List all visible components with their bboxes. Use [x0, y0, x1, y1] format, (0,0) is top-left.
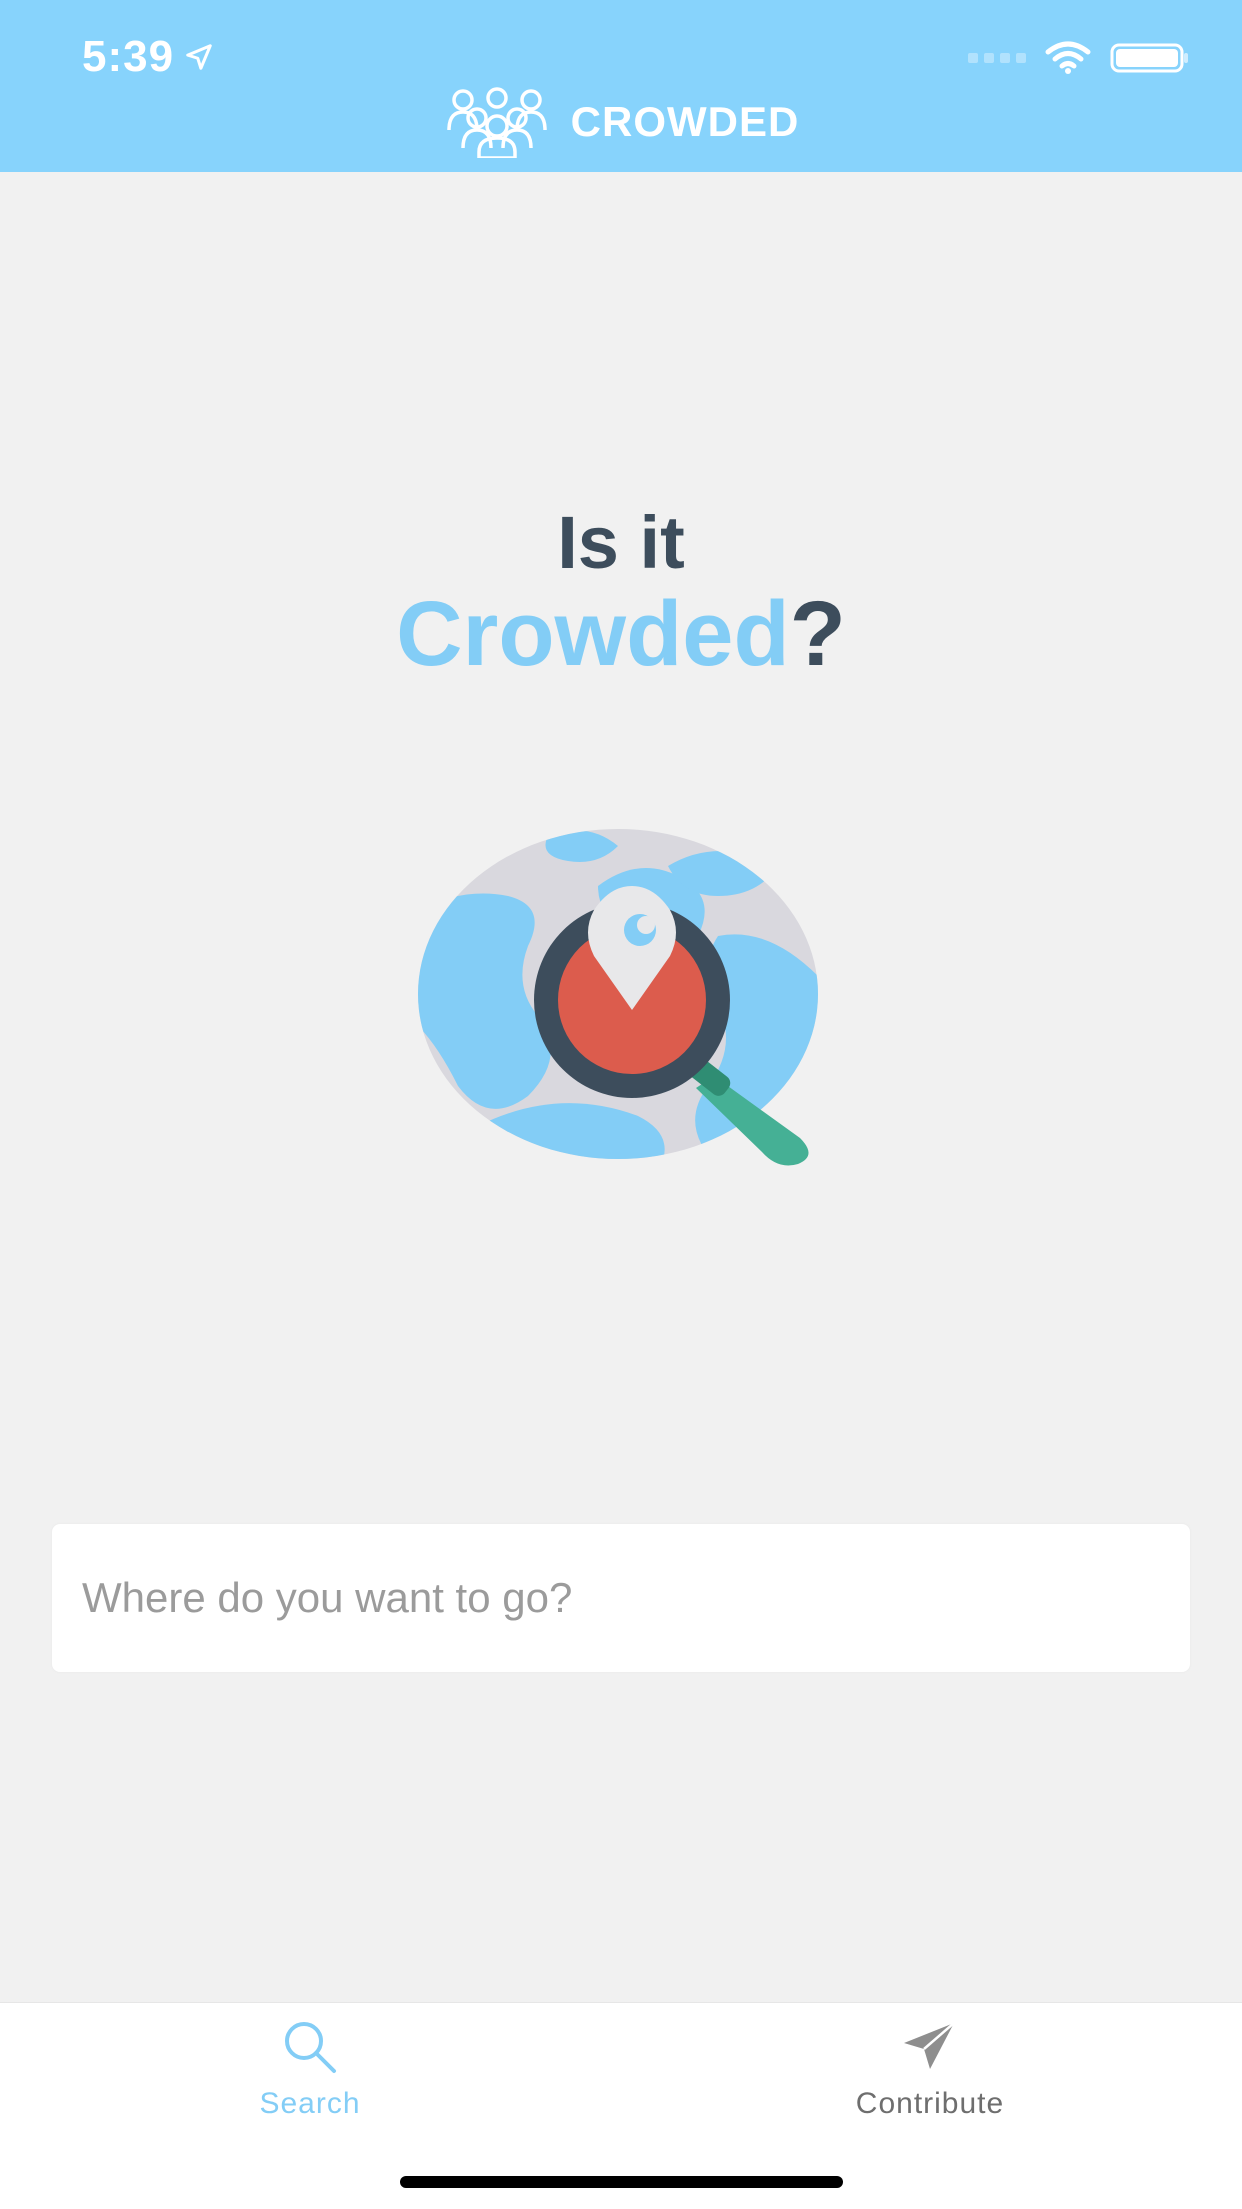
- globe-search-illustration: [418, 829, 818, 1166]
- headline-line-2: Crowded?: [0, 582, 1242, 687]
- status-time: 5:39: [82, 32, 214, 82]
- tab-search[interactable]: Search: [160, 2017, 460, 2121]
- status-indicators: [968, 40, 1190, 76]
- battery-icon: [1110, 43, 1188, 73]
- destination-search-input[interactable]: [52, 1524, 1190, 1672]
- status-time-text: 5:39: [82, 32, 175, 81]
- headline-line-1: Is it: [557, 501, 685, 584]
- tab-contribute[interactable]: Contribute: [780, 2017, 1080, 2121]
- app-header: 5:39 CROWDED: [0, 0, 1242, 172]
- headline-accent: Crowded: [396, 583, 790, 685]
- tab-search-label: Search: [259, 2087, 361, 2120]
- brand: CROWDED: [0, 86, 1242, 158]
- headline-question-mark: ?: [789, 583, 846, 685]
- tab-bar: Search Contribute: [0, 2002, 1242, 2209]
- paper-plane-icon: [904, 2022, 955, 2069]
- wifi-icon: [1045, 41, 1091, 74]
- search-icon: [285, 2022, 336, 2073]
- cellular-signal-icon: [968, 53, 1026, 63]
- brand-name: CROWDED: [570, 98, 800, 145]
- crowd-logo-icon: [446, 87, 547, 158]
- location-arrow-icon: [186, 44, 212, 70]
- home-indicator: [400, 2176, 843, 2188]
- search-box[interactable]: [52, 1524, 1190, 1672]
- tab-contribute-label: Contribute: [855, 2087, 1005, 2120]
